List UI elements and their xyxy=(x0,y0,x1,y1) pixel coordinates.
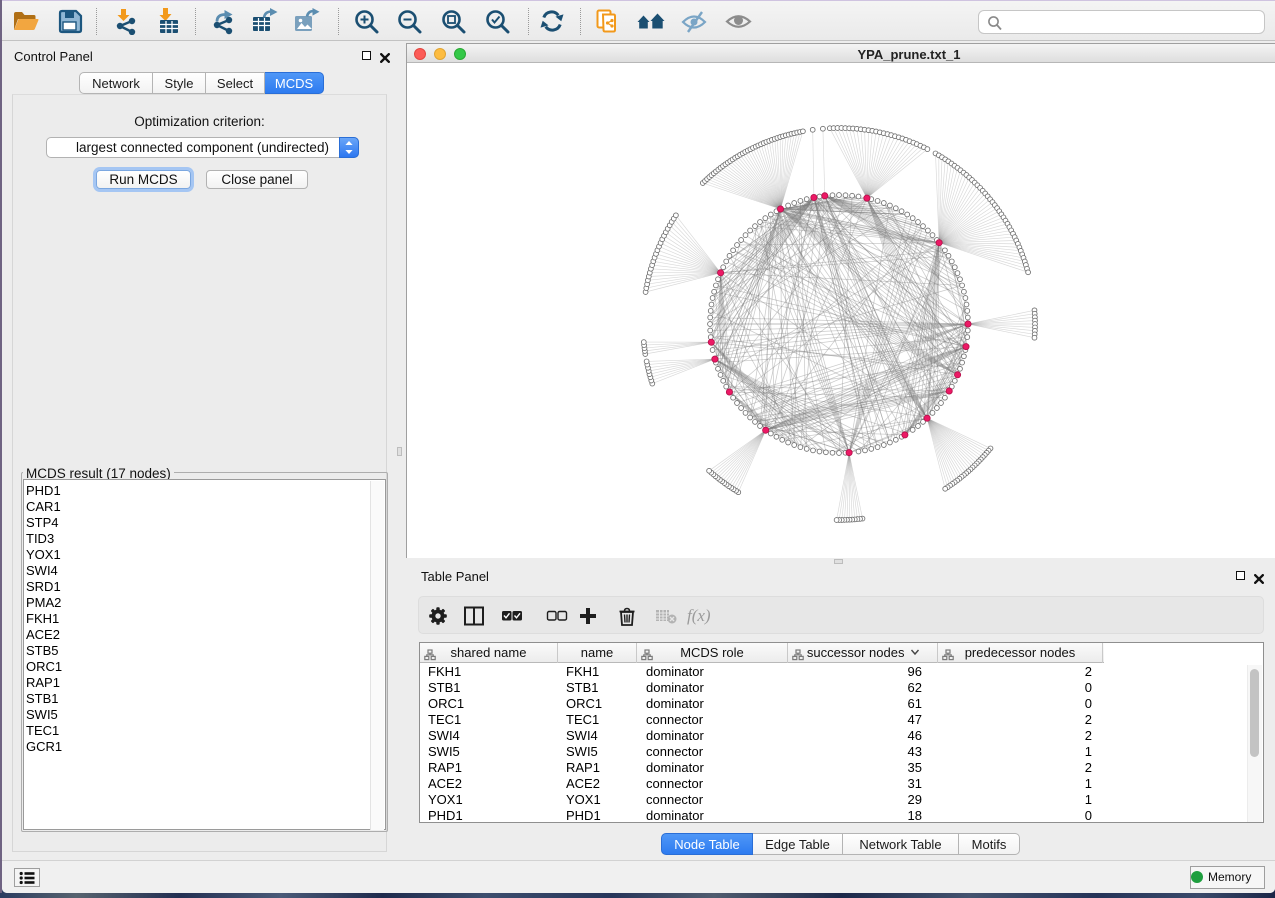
svg-text:f(x): f(x) xyxy=(687,606,711,625)
